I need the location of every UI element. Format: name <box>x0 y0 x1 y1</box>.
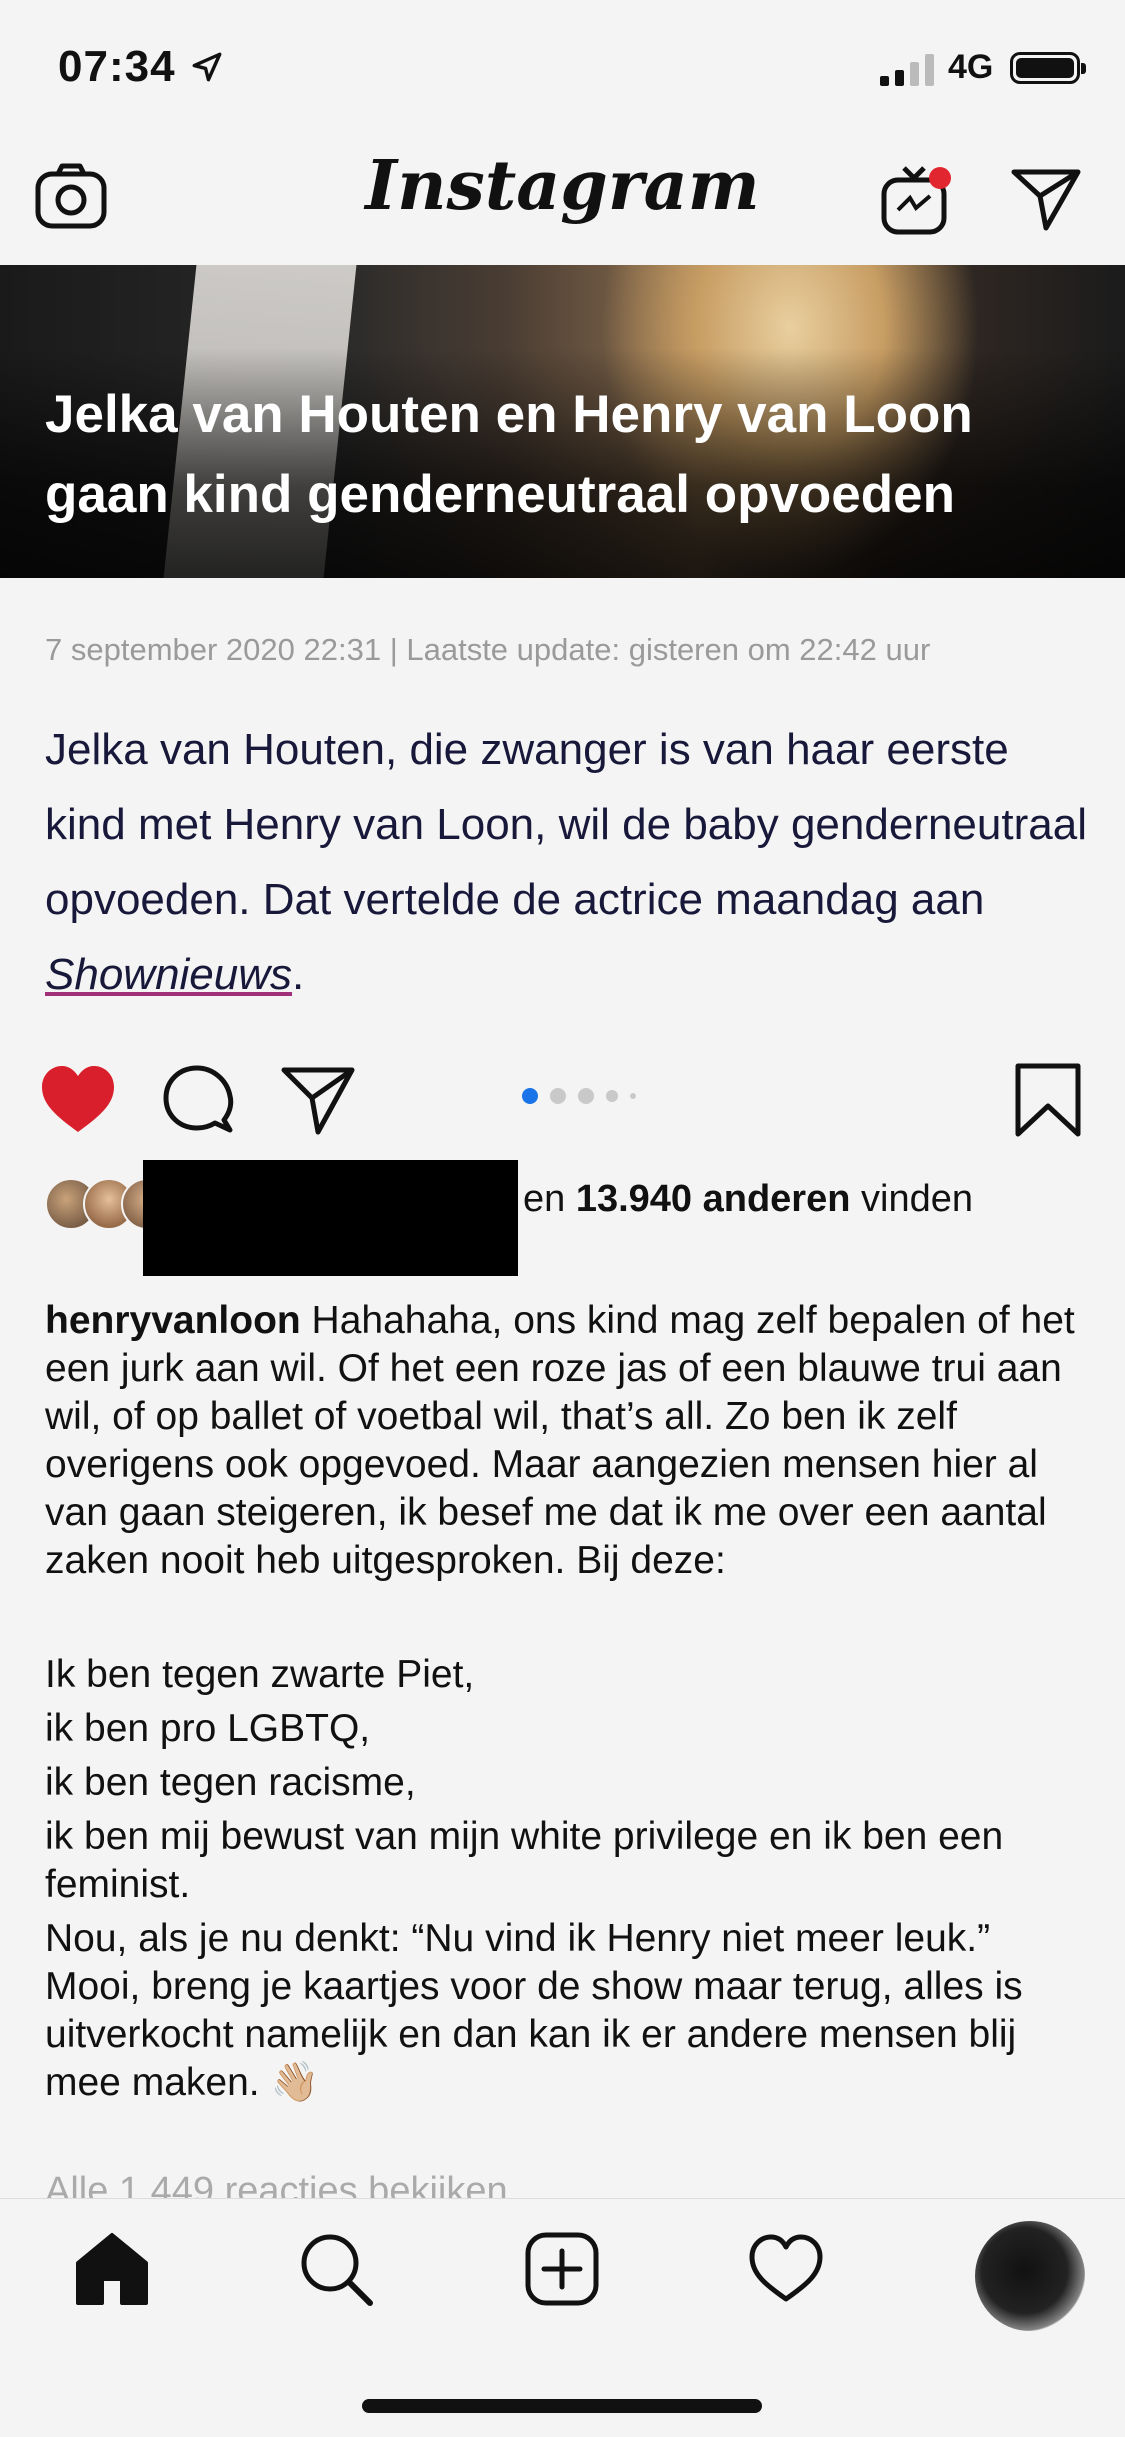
post-caption: henryvanloon Hahahaha, ons kind mag zelf… <box>45 1297 1090 2107</box>
likes-text: en 13.940 anderen vinden <box>523 1178 973 1221</box>
caption-line: Ik ben tegen zwarte Piet, <box>45 1653 475 1696</box>
caption-username[interactable]: henryvanloon <box>45 1299 301 1342</box>
likes-count[interactable]: 13.940 anderen <box>576 1178 851 1220</box>
home-icon[interactable] <box>72 2229 152 2309</box>
caption-line: ik ben tegen racisme, <box>45 1761 416 1804</box>
bookmark-icon[interactable] <box>1008 1060 1088 1140</box>
status-bar: 07:34 4G <box>0 0 1125 140</box>
status-time: 07:34 <box>58 42 176 91</box>
waving-hand-emoji: 👋🏼 <box>270 2061 319 2104</box>
likes-prefix: en <box>523 1178 576 1220</box>
location-arrow-icon <box>192 52 222 82</box>
share-icon[interactable] <box>278 1060 358 1140</box>
article-date: 7 september 2020 22:31 | Laatste update:… <box>45 632 931 667</box>
likes-suffix: vinden <box>850 1178 973 1220</box>
heart-icon[interactable] <box>38 1060 118 1140</box>
article-headline: Jelka van Houten en Henry van Loon gaan … <box>45 385 973 524</box>
new-post-icon[interactable] <box>522 2229 602 2309</box>
igtv-icon[interactable] <box>876 158 956 238</box>
profile-avatar[interactable] <box>975 2221 1085 2331</box>
instagram-logo: Instagram <box>365 146 760 226</box>
comment-icon[interactable] <box>158 1060 238 1140</box>
post-action-bar <box>0 1055 1125 1145</box>
app-header: Instagram <box>0 140 1125 266</box>
direct-message-icon[interactable] <box>1006 158 1086 238</box>
carousel-dot <box>630 1093 636 1099</box>
battery-icon <box>1010 52 1086 84</box>
likes-row[interactable]: en 13.940 anderen vinden <box>45 1160 1095 1276</box>
home-indicator <box>362 2399 762 2413</box>
carousel-dot-active <box>522 1088 538 1104</box>
view-comments-link[interactable]: Alle 1.449 reacties bekijken <box>45 2170 508 2200</box>
redacted-block <box>143 1160 518 1276</box>
lead-end: . <box>292 950 305 999</box>
activity-icon[interactable] <box>746 2229 826 2309</box>
caption-line: Nou, als je nu denkt: “Nu vind ik Henry … <box>45 1917 1023 2104</box>
post-image-banner[interactable]: Jelka van Houten en Henry van Loon gaan … <box>0 265 1125 578</box>
search-icon[interactable] <box>296 2229 376 2309</box>
signal-strength-icon <box>880 52 934 86</box>
caption-line: ik ben pro LGBTQ, <box>45 1707 371 1750</box>
carousel-dot <box>550 1088 566 1104</box>
article-lead: Jelka van Houten, die zwanger is van haa… <box>45 712 1095 1012</box>
network-type: 4G <box>948 48 994 86</box>
carousel-indicator <box>522 1088 636 1104</box>
caption-line: ik ben mij bewust van mijn white privile… <box>45 1815 1004 1906</box>
carousel-dot <box>606 1090 618 1102</box>
lead-link: Shownieuws <box>45 950 293 999</box>
carousel-dot <box>578 1088 594 1104</box>
bottom-tab-bar <box>0 2198 1125 2437</box>
lead-text: Jelka van Houten, die zwanger is van haa… <box>45 725 1087 924</box>
